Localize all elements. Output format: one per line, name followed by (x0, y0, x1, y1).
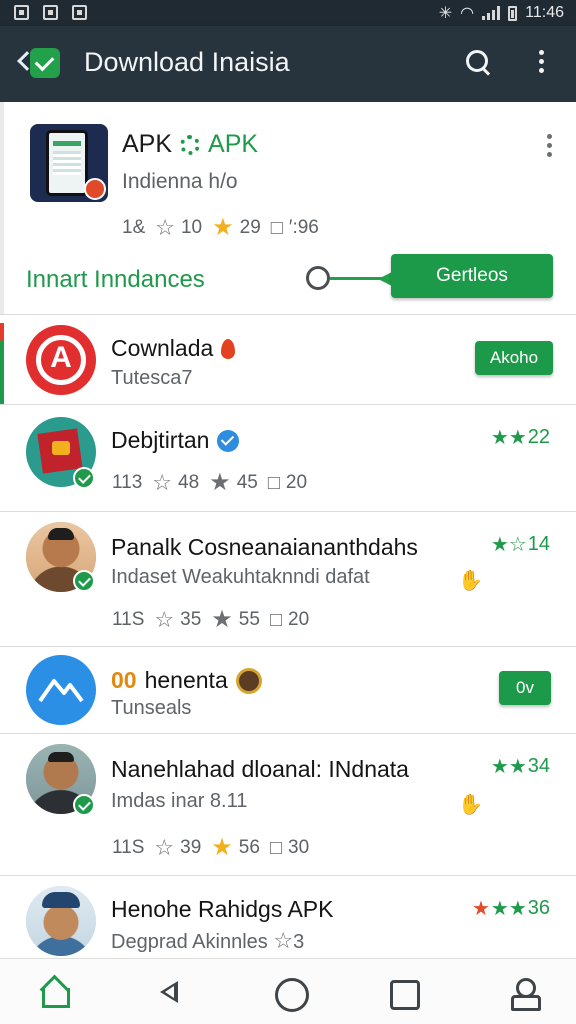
item-name: Henohe Rahidgs APK (111, 896, 334, 922)
avatar-badge-icon (235, 667, 262, 694)
profile-icon[interactable] (508, 977, 541, 1011)
status-bar: ✳ ◠ 11:46 (0, 0, 576, 26)
item-action-button[interactable]: 0v (499, 671, 551, 705)
list-item[interactable]: Debjtirtan ★★ 22 113 ☆ 48 ★ 45 □ 20 (0, 405, 576, 510)
nav-back-icon[interactable] (152, 977, 182, 1007)
item-name: 00 henenta (111, 667, 262, 694)
install-slider[interactable] (306, 266, 392, 294)
thumbs-up-icon: □ (267, 472, 280, 494)
wave-hand-icon: ✋ (458, 794, 483, 816)
list-item[interactable]: Nanehlahad dloanal: INdnata ★★ 34 Imdas i… (0, 734, 576, 874)
mountain-icon (38, 679, 84, 703)
verified-icon (73, 467, 95, 489)
app-logo-icon (30, 48, 60, 78)
star-filled-icon: ★ (212, 214, 234, 241)
install-row: Innart Inndances Gertleos (0, 252, 576, 312)
item-rating: ★☆ 14 (490, 533, 550, 556)
file-icon (72, 5, 87, 20)
star-outline-icon: ☆ (273, 928, 294, 953)
item-name: Nanehlahad dloanal: INdnata (111, 756, 409, 782)
star-outline-icon: ☆ (154, 835, 175, 860)
star-filled-icon: ★ (209, 469, 231, 496)
featured-app-icon (30, 124, 108, 202)
item-name: Cownlada (111, 335, 236, 362)
list-item[interactable]: 00 henenta Tunseals 0v (0, 647, 576, 732)
app-bar: Download Inaisia (0, 26, 576, 102)
featured-app-name: APK APK (122, 130, 259, 158)
item-action-button[interactable]: Akoho (475, 341, 553, 375)
list-item[interactable]: Henohe Rahidgs APK ★ ★★ 36 Degprad Akinnle… (0, 876, 576, 958)
list-item[interactable]: A Cownlada Tutesca7 Akoho (0, 315, 576, 411)
star-outline-icon: ☆ (155, 215, 175, 240)
thumbs-up-icon: □ (270, 217, 283, 239)
featured-stats: 1& ☆ 10 ★ 29 □ ′:96 (122, 214, 319, 241)
item-name: Panalk Cosneanaiananthdahs (111, 534, 418, 560)
card-more-icon[interactable] (547, 134, 552, 157)
notification-icon (43, 5, 58, 20)
item-rating: ★★ 22 (490, 426, 550, 449)
verified-icon (73, 570, 95, 592)
item-name: Debjtirtan (111, 427, 240, 454)
star-outline-icon: ☆ (154, 607, 175, 632)
thumbs-up-icon: □ (269, 837, 283, 859)
nav-home-circle-icon[interactable] (274, 977, 309, 1012)
recents-icon[interactable] (387, 977, 420, 1010)
status-time: 11:46 (525, 4, 564, 21)
star-filled-icon: ★ (211, 834, 233, 861)
star-filled-icon: ★ (211, 606, 233, 633)
item-rating: ★★ 34 (490, 755, 550, 778)
item-subtitle: Degprad Akinnles ☆3 (111, 928, 305, 954)
battery-icon (508, 5, 518, 21)
star-outline-icon: ☆ (152, 470, 173, 495)
item-stats: 11S ☆ 39 ★ 56 □ 30 (112, 834, 310, 861)
item-subtitle: Indaset Weakuhtaknndi dafat (111, 566, 370, 588)
install-button[interactable]: Gertleos (391, 254, 553, 298)
signal-icon (482, 6, 501, 20)
item-stats: 11S ☆ 35 ★ 55 □ 20 (112, 606, 310, 633)
thumbs-up-icon: □ (269, 609, 283, 631)
downloads-count: 1& (122, 217, 146, 238)
verified-icon (73, 794, 95, 816)
page-title: Download Inaisia (84, 47, 290, 77)
flame-icon (221, 338, 236, 359)
item-subtitle: Imdas inar 8.11 (111, 790, 248, 812)
list-item[interactable]: Panalk Cosneanaiananthdahs ★☆ 14 Indaset … (0, 512, 576, 645)
item-subtitle: Tutesca7 (111, 367, 193, 389)
app-icon (26, 655, 96, 725)
verified-badge-icon (217, 429, 240, 452)
home-icon[interactable] (38, 977, 70, 1008)
avatar (26, 886, 96, 956)
slider-knob[interactable] (306, 266, 330, 290)
more-icon[interactable] (539, 50, 545, 76)
app-icon: A (26, 325, 96, 395)
gear-icon (180, 134, 201, 155)
item-rating: ★ ★★ 36 (471, 897, 550, 920)
search-icon[interactable] (466, 50, 490, 74)
wifi-icon: ◠ (460, 5, 475, 22)
gallery-icon (14, 5, 29, 20)
bluetooth-icon: ✳ (438, 5, 453, 22)
bottom-navigation (0, 958, 576, 1024)
item-stats: 113 ☆ 48 ★ 45 □ 20 (112, 469, 308, 496)
wave-hand-icon: ✋ (458, 570, 483, 592)
install-label: Innart Inndances (26, 266, 205, 293)
item-subtitle: Tunseals (111, 697, 192, 719)
featured-app-subtitle: Indienna h/o (122, 170, 238, 193)
